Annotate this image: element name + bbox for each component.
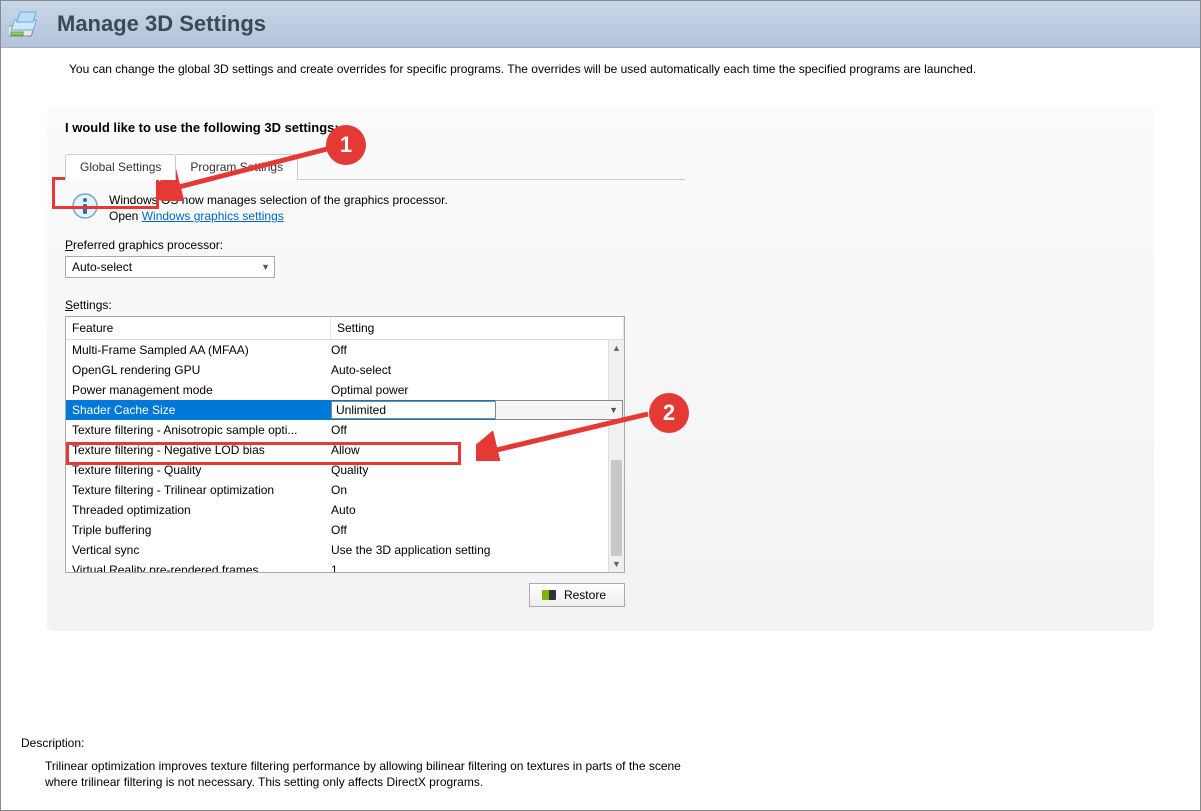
description-label: Description: (21, 736, 1180, 750)
chevron-down-icon: ▼ (261, 262, 270, 272)
settings-table-body: Multi-Frame Sampled AA (MFAA)OffOpenGL r… (66, 340, 624, 572)
page-title: Manage 3D Settings (57, 11, 266, 37)
scroll-down-button[interactable]: ▼ (609, 556, 624, 572)
row-feature: Texture filtering - Trilinear optimizati… (72, 481, 331, 499)
table-row[interactable]: Virtual Reality pre-rendered frames1 (66, 560, 624, 572)
row-setting: Off (331, 341, 618, 359)
table-row[interactable]: Texture filtering - QualityQuality (66, 460, 624, 480)
preferred-gpu-value: Auto-select (72, 260, 132, 274)
row-feature: Triple buffering (72, 521, 331, 539)
row-setting: Optimal power (331, 381, 618, 399)
settings-table: Feature Setting Multi-Frame Sampled AA (… (65, 316, 625, 573)
row-setting: Quality (331, 461, 618, 479)
row-feature: Shader Cache Size (72, 401, 331, 419)
table-row[interactable]: Texture filtering - Trilinear optimizati… (66, 480, 624, 500)
table-row[interactable]: Power management modeOptimal power (66, 380, 624, 400)
table-row[interactable]: Multi-Frame Sampled AA (MFAA)Off (66, 340, 624, 360)
row-feature: Vertical sync (72, 541, 331, 559)
row-feature: Threaded optimization (72, 501, 331, 519)
row-feature: Virtual Reality pre-rendered frames (72, 561, 331, 572)
setting-value-dropdown[interactable]: ▼ (495, 400, 623, 420)
column-feature[interactable]: Feature (66, 317, 331, 339)
scrollbar[interactable]: ▲ ▼ (608, 340, 624, 572)
settings-table-header: Feature Setting (66, 317, 624, 340)
info-row: Windows OS now manages selection of the … (71, 192, 1136, 224)
description-section: Description: Trilinear optimization impr… (21, 736, 1180, 790)
section-heading: I would like to use the following 3D set… (65, 120, 1136, 135)
table-row[interactable]: Texture filtering - Anisotropic sample o… (66, 420, 624, 440)
scroll-up-button[interactable]: ▲ (609, 340, 624, 356)
row-feature: Power management mode (72, 381, 331, 399)
restore-button[interactable]: Restore (529, 583, 625, 607)
tab-program-settings[interactable]: Program Settings (175, 154, 298, 180)
settings-label: Settings: (65, 298, 1136, 312)
info-line2-prefix: Open (109, 209, 142, 223)
tab-global-settings[interactable]: Global Settings (65, 154, 176, 180)
nvidia-3d-icon (9, 6, 45, 42)
restore-label: Restore (564, 588, 606, 602)
info-line1: Windows OS now manages selection of the … (109, 193, 448, 207)
scroll-thumb[interactable] (611, 460, 622, 570)
row-feature: Texture filtering - Anisotropic sample o… (72, 421, 331, 439)
column-setting[interactable]: Setting (331, 317, 624, 339)
settings-section: I would like to use the following 3D set… (47, 106, 1154, 631)
info-icon (71, 192, 99, 220)
intro-text: You can change the global 3D settings an… (69, 62, 1180, 76)
titlebar: Manage 3D Settings (1, 1, 1200, 48)
restore-row: Restore (65, 583, 625, 607)
row-feature: Texture filtering - Quality (72, 461, 331, 479)
table-row[interactable]: OpenGL rendering GPUAuto-select (66, 360, 624, 380)
row-feature: Texture filtering - Negative LOD bias (72, 441, 331, 459)
row-setting: 1 (331, 561, 618, 572)
tabs: Global Settings Program Settings (65, 153, 685, 180)
row-setting: Auto (331, 501, 618, 519)
description-text: Trilinear optimization improves texture … (45, 758, 705, 790)
preferred-gpu-dropdown[interactable]: Auto-select ▼ (65, 256, 275, 278)
table-row[interactable]: Texture filtering - Negative LOD biasAll… (66, 440, 624, 460)
table-row[interactable]: Threaded optimizationAuto (66, 500, 624, 520)
table-row[interactable]: Vertical syncUse the 3D application sett… (66, 540, 624, 560)
row-setting: Allow (331, 441, 618, 459)
info-text: Windows OS now manages selection of the … (109, 192, 448, 224)
nvidia-logo-icon (542, 590, 556, 600)
row-setting: Use the 3D application setting (331, 541, 618, 559)
preferred-gpu-label: Preferred graphics processor: (65, 238, 1136, 252)
table-row[interactable]: Triple bufferingOff (66, 520, 624, 540)
content-area: You can change the global 3D settings an… (1, 48, 1200, 641)
row-setting: Off (331, 421, 618, 439)
row-feature: OpenGL rendering GPU (72, 361, 331, 379)
preferred-gpu-label-text: referred graphics processor: (73, 238, 223, 252)
row-setting: On (331, 481, 618, 499)
row-feature: Multi-Frame Sampled AA (MFAA) (72, 341, 331, 359)
nvidia-control-panel-window: Manage 3D Settings You can change the gl… (0, 0, 1201, 811)
windows-graphics-settings-link[interactable]: Windows graphics settings (142, 209, 284, 223)
row-setting: Off (331, 521, 618, 539)
row-setting: Auto-select (331, 361, 618, 379)
